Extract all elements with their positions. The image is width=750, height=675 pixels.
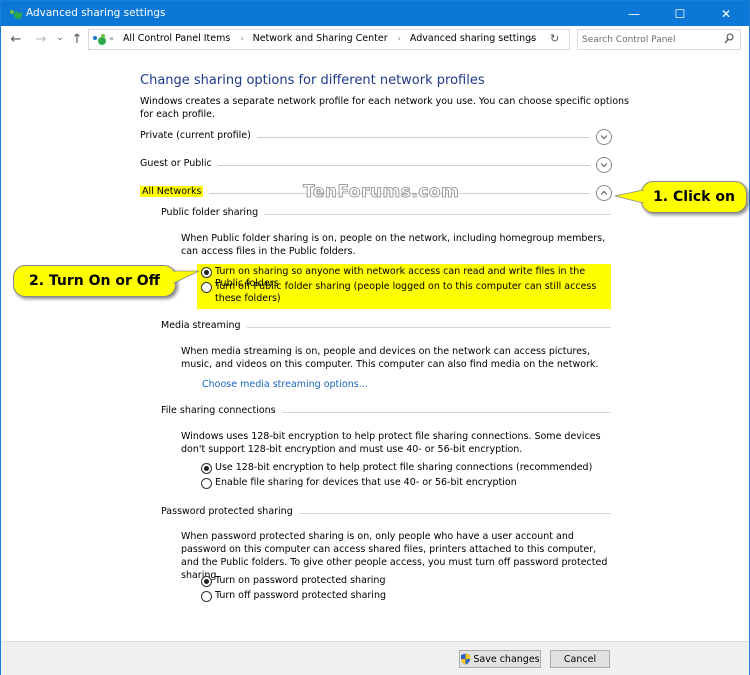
search-input[interactable] [582,32,722,47]
cancel-button[interactable]: Cancel [550,650,610,668]
navigation-bar: ← → ⌄ ↑ « All Control Panel Items › Netw… [1,26,749,54]
radio-password-sharing-on[interactable]: Turn on password protected sharing [201,575,611,587]
expand-chevron-down-icon[interactable] [596,129,612,145]
callout-text: 1. Click on [653,189,735,205]
profile-guest-public-label[interactable]: Guest or Public [140,158,218,169]
address-bar[interactable]: « All Control Panel Items › Network and … [88,29,570,50]
radio-button-checked[interactable] [201,576,212,587]
close-icon: ✕ [720,6,732,21]
search-icon[interactable] [724,33,734,45]
radio-public-sharing-off[interactable]: Turn off Public folder sharing (people l… [201,281,611,305]
network-location-icon [93,34,106,45]
advanced-sharing-window: Advanced sharing settings — ☐ ✕ ← → ⌄ ↑ … [0,0,750,675]
title-bar: Advanced sharing settings — ☐ ✕ [1,1,749,26]
callout-pointer [173,270,200,284]
callout-click-on: 1. Click on [641,181,747,213]
callout-turn-on-or-off: 2. Turn On or Off [13,265,176,297]
breadcrumb: « All Control Panel Items › Network and … [109,33,541,44]
minimize-icon: — [628,6,640,21]
profile-guest-public[interactable]: Guest or Public [140,157,612,173]
uac-shield-icon [461,653,471,665]
section-media-streaming: Media streaming [161,320,611,334]
radio-label[interactable]: Enable file sharing for devices that use… [215,477,517,489]
address-dropdown-icon[interactable]: ⌄ [527,33,535,43]
file-sharing-description: Windows uses 128-bit encryption to help … [181,431,601,455]
breadcrumb-advanced-sharing-settings[interactable]: Advanced sharing settings [410,33,536,44]
maximize-icon: ☐ [674,6,686,21]
media-streaming-options-link[interactable]: Choose media streaming options... [202,379,368,390]
save-changes-label: Save changes [473,653,540,665]
minimize-button[interactable]: — [611,1,657,26]
maximize-button[interactable]: ☐ [657,1,703,26]
radio-label[interactable]: Turn off password protected sharing [215,590,386,602]
section-public-folder-sharing: Public folder sharing [161,207,611,221]
radio-button-checked[interactable] [201,267,212,278]
section-file-sharing-connections: File sharing connections [161,405,611,419]
radio-button[interactable] [201,282,212,293]
radio-button-checked[interactable] [201,463,212,474]
breadcrumb-overflow[interactable]: « [109,34,114,43]
media-streaming-description: When media streaming is on, people and d… [181,346,599,370]
callout-pointer [614,189,645,204]
back-button[interactable]: ← [7,32,25,47]
radio-label[interactable]: Turn on password protected sharing [215,575,385,587]
watermark: TenForums.com [303,182,460,203]
forward-button[interactable]: → [32,32,50,47]
radio-label[interactable]: Turn off Public folder sharing (people l… [215,281,611,305]
radio-40-56-bit-encryption[interactable]: Enable file sharing for devices that use… [201,477,611,489]
profile-private[interactable]: Private (current profile) [140,129,612,145]
profile-private-label[interactable]: Private (current profile) [140,130,257,141]
radio-button[interactable] [201,478,212,489]
section-title: Media streaming [161,320,247,331]
section-password-protected-sharing: Password protected sharing [161,506,611,520]
breadcrumb-separator[interactable]: › [398,34,401,43]
recent-locations-button[interactable]: ⌄ [51,33,69,43]
intro-text: Windows creates a separate network profi… [140,96,629,120]
network-app-icon [10,9,22,19]
breadcrumb-network-and-sharing-center[interactable]: Network and Sharing Center [253,33,388,44]
window-title: Advanced sharing settings [26,7,166,19]
callout-text: 2. Turn On or Off [28,273,161,289]
all-networks-highlight: All Networks [140,186,204,197]
breadcrumb-separator[interactable]: › [240,34,243,43]
breadcrumb-all-control-panel-items[interactable]: All Control Panel Items [123,33,230,44]
section-title: File sharing connections [161,405,282,416]
footer-bar: Save changes Cancel [1,641,749,675]
section-title: Public folder sharing [161,207,265,218]
save-changes-button[interactable]: Save changes [459,650,541,668]
collapse-chevron-up-icon[interactable] [596,185,612,201]
cancel-label: Cancel [563,653,597,665]
radio-128-bit-encryption[interactable]: Use 128-bit encryption to help protect f… [201,462,611,474]
radio-label[interactable]: Use 128-bit encryption to help protect f… [215,462,592,474]
search-box[interactable] [577,29,741,50]
public-folder-description: When Public folder sharing is on, people… [181,233,606,257]
profile-all-networks-label[interactable]: All Networks [140,186,210,197]
page-heading: Change sharing options for different net… [140,73,485,88]
refresh-icon[interactable]: ↻ [550,32,559,45]
radio-password-sharing-off[interactable]: Turn off password protected sharing [201,590,611,602]
expand-chevron-down-icon[interactable] [596,157,612,173]
section-title: Password protected sharing [161,506,299,517]
radio-button[interactable] [201,591,212,602]
up-button[interactable]: ↑ [68,32,86,47]
close-button[interactable]: ✕ [703,1,749,26]
content-area: Change sharing options for different net… [1,54,749,641]
